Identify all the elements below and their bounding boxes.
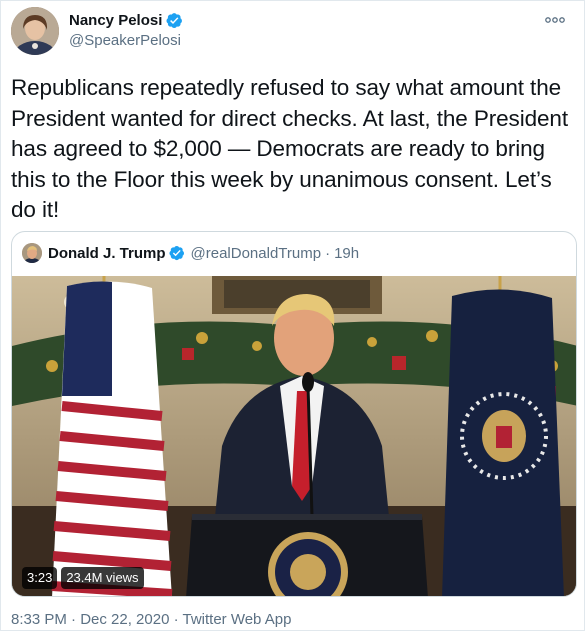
author-name[interactable]: Nancy Pelosi (69, 12, 162, 29)
quoted-author-avatar (22, 243, 42, 263)
quoted-tweet-header: Donald J. Trump @realDonaldTrump · 19h (22, 243, 359, 263)
video-player[interactable]: 3:23 23.4M views (12, 276, 576, 596)
video-duration: 3:23 (22, 567, 58, 589)
video-thumbnail (12, 276, 576, 596)
verified-badge-icon (168, 246, 184, 261)
tweet-timestamp[interactable]: 8:33 PM · Dec 22, 2020 · Twitter Web App (11, 611, 291, 628)
tweet-card: Nancy Pelosi @SpeakerPelosi Republicans … (0, 0, 585, 631)
tweet-text: Republicans repeatedly refused to say wh… (11, 75, 568, 222)
author-name-row: Nancy Pelosi (69, 12, 183, 29)
more-options-icon[interactable] (544, 15, 566, 25)
quoted-tweet[interactable]: Donald J. Trump @realDonaldTrump · 19h 3… (11, 231, 577, 597)
separator-dot: · (325, 244, 331, 262)
video-views: 23.4M views (61, 567, 144, 589)
quoted-tweet-time: 19h (334, 244, 360, 262)
quoted-author-name: Donald J. Trump (48, 244, 166, 262)
author-handle[interactable]: @SpeakerPelosi (69, 32, 181, 49)
author-avatar[interactable] (11, 7, 59, 55)
verified-badge-icon (166, 13, 183, 29)
quoted-author-handle: @realDonaldTrump (190, 244, 322, 262)
video-badges: 3:23 23.4M views (22, 567, 148, 589)
